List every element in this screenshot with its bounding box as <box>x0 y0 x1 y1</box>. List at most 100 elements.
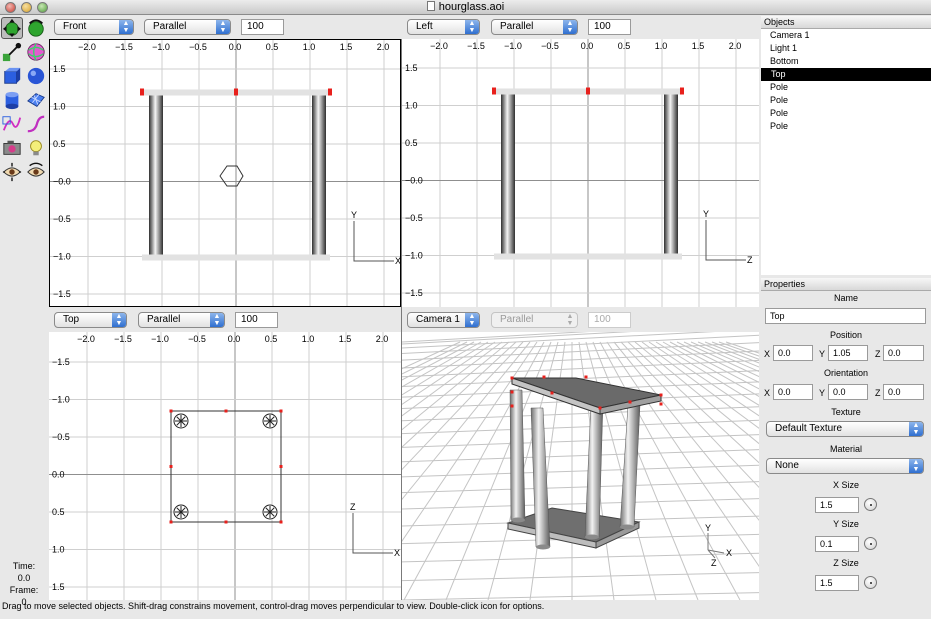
h-tick-label: 1.0 <box>655 41 668 51</box>
pole <box>501 94 515 254</box>
view-select-top-left[interactable]: Front ▲ ▼ <box>54 19 134 35</box>
polymesh-tool[interactable] <box>25 89 47 111</box>
view-select-bottom-left[interactable]: Top ▲ ▼ <box>54 312 127 328</box>
title-bar: hourglass.aoi <box>0 0 931 15</box>
pole-outline <box>173 504 189 520</box>
orientation-label: Orientation <box>823 368 869 378</box>
eye-tool[interactable] <box>1 161 23 183</box>
scale-field-top-left[interactable]: 100 <box>241 19 284 35</box>
eye-dragger-tool[interactable] <box>25 161 47 183</box>
v-tick-label: 0.5 <box>405 138 418 148</box>
orientation-z-field[interactable]: 0.0 <box>883 384 924 400</box>
cylinder-tool[interactable] <box>1 89 23 111</box>
object-list-item[interactable]: Pole <box>761 107 931 120</box>
zsize-dial-icon[interactable] <box>864 576 877 589</box>
camera-tool[interactable] <box>1 137 23 159</box>
v-tick-label: 1.0 <box>53 102 66 112</box>
tool-palette <box>0 16 48 188</box>
eyedropper-icon <box>2 42 22 62</box>
status-bar: Drag to move selected objects. Shift-dra… <box>0 600 760 619</box>
h-tick-label: −1.5 <box>114 334 132 344</box>
top-viewport[interactable]: −2.0 −1.5 −1.0 −0.5 0.0 0.5 1.0 1.5 2.0 −1.5 −1.0 −… <box>49 332 401 600</box>
updown-arrows-icon: ▲ ▼ <box>909 459 923 473</box>
grid-line <box>620 341 759 489</box>
sphere-tool[interactable] <box>25 65 47 87</box>
camera-viewport[interactable]: Y XZ <box>402 332 759 600</box>
object-list-item[interactable]: Camera 1 <box>761 29 931 42</box>
ysize-field[interactable]: 0.1 <box>815 536 859 552</box>
polymesh-icon <box>27 93 45 107</box>
front-viewport[interactable]: −2.0 −1.5 −1.0 −0.5 0.0 0.5 1.0 1.5 2.0 1.5 1.0 0.5… <box>49 39 401 307</box>
axis-label: Z <box>350 502 356 512</box>
v-tick-label: 0.5 <box>53 139 66 149</box>
object-list-item[interactable]: Pole <box>761 120 931 133</box>
v-tick-label: −1.0 <box>52 395 70 405</box>
h-tick-label: −1.0 <box>504 41 522 51</box>
position-z-field[interactable]: 0.0 <box>883 345 924 361</box>
object-list-item[interactable]: Bottom <box>761 55 931 68</box>
xsize-dial-icon[interactable] <box>864 498 877 511</box>
time-value: 0.0 <box>17 573 31 583</box>
projection-select-bottom-left[interactable]: Parallel ▲ ▼ <box>138 312 225 328</box>
time-label: Time: <box>12 561 36 571</box>
curve-tool[interactable] <box>25 113 47 135</box>
position-x-field[interactable]: 0.0 <box>773 345 813 361</box>
move-tool[interactable] <box>1 17 23 39</box>
light-bulb-icon <box>30 140 42 156</box>
cube-tool[interactable] <box>1 65 23 87</box>
xsize-field[interactable]: 1.5 <box>815 497 859 513</box>
left-viewport[interactable]: −2.0 −1.5 −1.0 −0.5 0.0 0.5 1.0 1.5 2.0 1.5 1.0 0.5… <box>402 39 759 307</box>
texture-select[interactable]: Default Texture ▲ ▼ <box>766 421 924 437</box>
selection-handle <box>510 390 514 394</box>
vertical-splitter[interactable] <box>401 39 402 600</box>
updown-arrows-icon: ▲ ▼ <box>119 20 133 34</box>
orientation-y-label: Y <box>819 388 826 398</box>
object-list-item[interactable]: Light 1 <box>761 42 931 55</box>
spline-tool[interactable] <box>1 113 23 135</box>
v-tick-label: 0.0 <box>52 470 65 480</box>
scale-field-bottom-left[interactable]: 100 <box>235 312 278 328</box>
eye-dragger-icon <box>27 162 45 177</box>
object-list-item[interactable]: Pole <box>761 81 931 94</box>
frame-label: Frame: <box>9 585 39 595</box>
orientation-x-field[interactable]: 0.0 <box>773 384 813 400</box>
pole <box>312 95 326 255</box>
v-tick-label: −1.0 <box>53 252 71 262</box>
light-bulb-tool[interactable] <box>25 137 47 159</box>
object-list-item[interactable]: Top <box>761 68 931 81</box>
rotate-tool[interactable] <box>25 17 47 39</box>
sphere-icon <box>27 67 45 85</box>
ysize-dial-icon[interactable] <box>864 537 877 550</box>
objects-header: Objects <box>761 16 931 29</box>
scale-field-top-right[interactable]: 100 <box>588 19 631 35</box>
view-select-top-right[interactable]: Left ▲ ▼ <box>407 19 480 35</box>
position-z-label: Z <box>875 349 881 359</box>
zsize-field[interactable]: 1.5 <box>815 575 859 591</box>
view-select-value: Top <box>63 314 80 325</box>
projection-select-value: Parallel <box>500 21 534 32</box>
position-y-field[interactable]: 1.05 <box>828 345 868 361</box>
eyedropper-tool[interactable] <box>1 41 23 63</box>
ysize-label: Y Size <box>833 519 859 529</box>
top-view-canvas: −2.0 −1.5 −1.0 −0.5 0.0 0.5 1.0 1.5 2.0 −1.5 −1.0 −… <box>49 332 401 600</box>
xsize-label: X Size <box>832 480 859 490</box>
selection-handle <box>598 406 602 410</box>
view-select-bottom-right[interactable]: Camera 1 ▲ ▼ <box>407 312 480 328</box>
pole-outline <box>262 413 278 429</box>
projection-select-top-right[interactable]: Parallel ▲ ▼ <box>491 19 578 35</box>
pole <box>509 389 526 521</box>
pole-outline <box>262 504 278 520</box>
name-field[interactable]: Top <box>765 308 926 324</box>
projection-select-top-left[interactable]: Parallel ▲ ▼ <box>144 19 231 35</box>
orientation-z-label: Z <box>875 388 881 398</box>
selection-handle <box>659 393 663 397</box>
texture-sphere-tool[interactable] <box>25 41 47 63</box>
axis-label: Y <box>703 209 709 219</box>
material-select[interactable]: None ▲ ▼ <box>766 458 924 474</box>
selection-handle <box>224 409 228 413</box>
objects-list[interactable]: Camera 1 Light 1 Bottom Top Pole Pole Pole Pole <box>761 29 931 275</box>
object-list-item[interactable]: Pole <box>761 94 931 107</box>
position-x-label: X <box>764 349 771 359</box>
orientation-y-field[interactable]: 0.0 <box>828 384 868 400</box>
texture-select-value: Default Texture <box>775 423 843 434</box>
